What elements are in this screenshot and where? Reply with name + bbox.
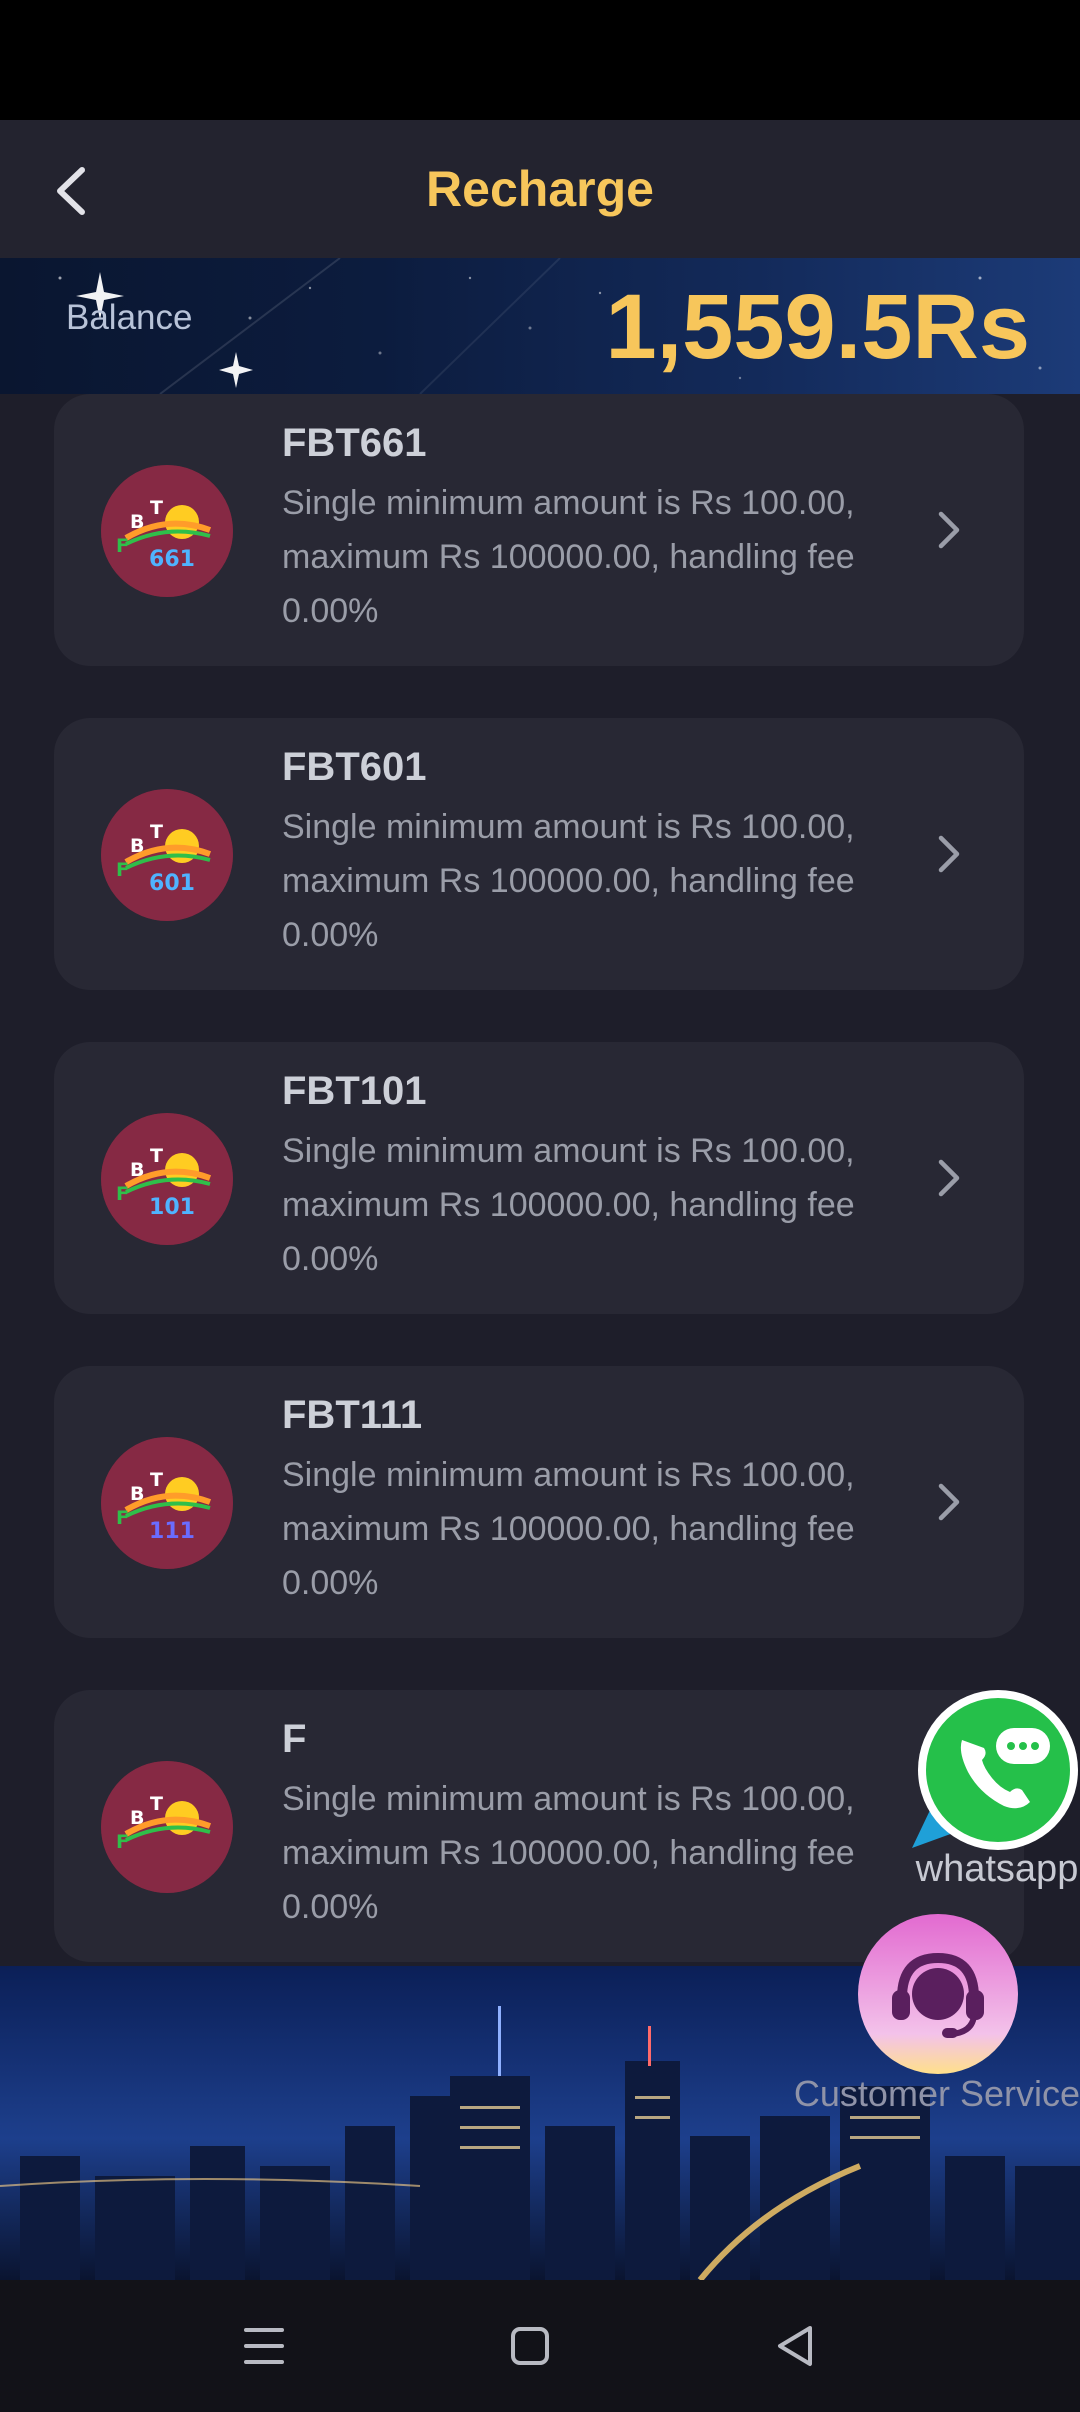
logo-letter-b: B [130, 1483, 144, 1505]
logo-letter-t: T [150, 497, 163, 519]
logo-badge-number: 601 [149, 871, 195, 896]
nav-home-button[interactable] [500, 2316, 560, 2376]
chevron-right-icon [938, 1159, 960, 1197]
page-title: Recharge [426, 161, 654, 217]
logo-letter-f: F [116, 859, 129, 881]
channel-card[interactable]: B T F 601 FBT601 Single minimum amount i… [54, 718, 1024, 990]
chevron-right-icon [938, 1483, 960, 1521]
app-header: Recharge [0, 120, 1080, 258]
customer-service-button[interactable] [856, 1912, 1020, 2076]
channel-logo-icon: B T F 601 [101, 789, 233, 921]
channel-description: Single minimum amount is Rs 100.00, maxi… [282, 808, 855, 954]
headset-icon [858, 1914, 1018, 2074]
channel-card[interactable]: B T F 101 FBT101 Single minimum amount i… [54, 1042, 1024, 1314]
logo-letter-f: F [116, 1507, 129, 1529]
chevron-right-icon [938, 835, 960, 873]
whatsapp-button[interactable] [912, 1688, 1080, 1858]
logo-letter-b: B [130, 835, 144, 857]
system-navigation-bar [0, 2280, 1080, 2412]
channel-card[interactable]: B T F 661 FBT661 Single minimum amount i… [54, 394, 1024, 666]
channel-logo-icon: B T F 101 [101, 1113, 233, 1245]
channel-card[interactable]: B T F 111 FBT111 Single minimum amount i… [54, 1366, 1024, 1638]
balance-amount: 1,559.5Rs [605, 276, 1030, 378]
channel-name: F [282, 1717, 307, 1761]
logo-badge-number: 101 [149, 1195, 195, 1220]
logo-letter-t: T [150, 1793, 163, 1815]
square-icon [511, 2327, 549, 2365]
logo-badge-number: 661 [149, 547, 195, 572]
logo-letter-b: B [130, 1159, 144, 1181]
channel-description: Single minimum amount is Rs 100.00, maxi… [282, 1780, 855, 1926]
nav-back-button[interactable] [766, 2316, 826, 2376]
logo-letter-f: F [116, 1831, 129, 1853]
logo-letter-b: B [130, 1807, 144, 1829]
balance-label: Balance [66, 298, 193, 337]
logo-letter-b: B [130, 511, 144, 533]
status-bar [0, 0, 1080, 120]
channel-name: FBT111 [282, 1393, 423, 1437]
menu-icon [244, 2328, 284, 2364]
whatsapp-label: whatsapp [915, 1848, 1079, 1890]
logo-letter-f: F [116, 1183, 129, 1205]
channel-logo-icon: B T F 111 [101, 1437, 233, 1569]
channel-description: Single minimum amount is Rs 100.00, maxi… [282, 484, 855, 630]
nav-menu-button[interactable] [234, 2316, 294, 2376]
channel-name: FBT661 [282, 421, 427, 465]
logo-letter-f: F [116, 535, 129, 557]
channel-logo-icon: B T F [101, 1761, 233, 1893]
channel-logo-icon: B T F 661 [101, 465, 233, 597]
logo-letter-t: T [150, 1469, 163, 1491]
whatsapp-icon [912, 1690, 1078, 1850]
channel-name: FBT601 [282, 745, 427, 789]
customer-service-label: Customer Service [793, 2073, 1080, 2114]
chevron-right-icon [938, 511, 960, 549]
logo-letter-t: T [150, 1145, 163, 1167]
channel-description: Single minimum amount is Rs 100.00, maxi… [282, 1456, 855, 1602]
balance-banner: Balance 1,559.5Rs [0, 258, 1080, 394]
triangle-back-icon [778, 2326, 812, 2366]
logo-badge-number: 111 [149, 1519, 195, 1544]
channel-description: Single minimum amount is Rs 100.00, maxi… [282, 1132, 855, 1278]
logo-letter-t: T [150, 821, 163, 843]
channel-name: FBT101 [282, 1069, 427, 1113]
